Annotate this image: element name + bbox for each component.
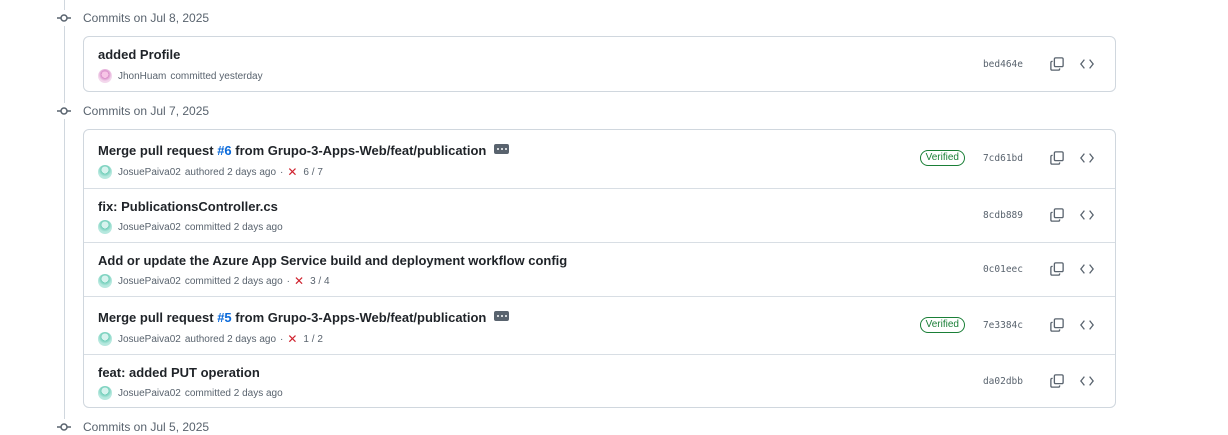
commit-sha-link[interactable]: 8cdb889 bbox=[983, 210, 1023, 221]
group-header-jul-8: Commits on Jul 8, 2025 bbox=[56, 8, 209, 28]
code-icon[interactable] bbox=[1079, 373, 1095, 389]
commit-tools: Verified 7e3384c bbox=[919, 317, 1095, 333]
commit-meta: JosuePaiva02 authored 2 days ago · ✕ 6 /… bbox=[98, 165, 323, 179]
commit-message[interactable]: Merge pull request #5 from Grupo-3-Apps-… bbox=[98, 310, 486, 325]
commit-meta: JosuePaiva02 committed 2 days ago bbox=[98, 386, 283, 400]
commit-title-line: feat: added PUT operation bbox=[98, 365, 260, 380]
author-link[interactable]: JhonHuam bbox=[118, 71, 166, 82]
separator: · bbox=[286, 275, 290, 287]
commit-action: committed 2 days ago bbox=[184, 387, 283, 399]
pull-request-link[interactable]: #6 bbox=[217, 143, 231, 158]
pull-request-link[interactable]: #5 bbox=[217, 310, 231, 325]
author-link[interactable]: JosuePaiva02 bbox=[118, 167, 181, 178]
commit-action: authored 2 days ago bbox=[184, 166, 277, 178]
code-icon[interactable] bbox=[1079, 150, 1095, 166]
commit-message-link[interactable]: Add or update the Azure App Service buil… bbox=[98, 253, 567, 268]
commit-meta: JosuePaiva02 authored 2 days ago · ✕ 1 /… bbox=[98, 332, 323, 346]
avatar[interactable] bbox=[98, 332, 112, 346]
commit-tools: 8cdb889 bbox=[983, 207, 1095, 223]
commit-tools: 0c01eec bbox=[983, 261, 1095, 277]
commit-row: Add or update the Azure App Service buil… bbox=[84, 242, 1115, 296]
copy-icon[interactable] bbox=[1049, 150, 1065, 166]
commit-message-suffix[interactable]: from Grupo-3-Apps-Web/feat/publication bbox=[232, 143, 486, 158]
commit-row: Merge pull request #6 from Grupo-3-Apps-… bbox=[84, 130, 1115, 188]
author-link[interactable]: JosuePaiva02 bbox=[118, 388, 181, 399]
avatar[interactable] bbox=[98, 69, 112, 83]
commit-message-link[interactable]: feat: added PUT operation bbox=[98, 365, 260, 380]
x-icon[interactable]: ✕ bbox=[287, 333, 297, 345]
author-link[interactable]: JosuePaiva02 bbox=[118, 222, 181, 233]
author-link[interactable]: JosuePaiva02 bbox=[118, 334, 181, 345]
commit-sha-link[interactable]: 7cd61bd bbox=[983, 153, 1023, 164]
commit-meta: JhonHuam committed yesterday bbox=[98, 69, 263, 83]
group-title: Commits on Jul 8, 2025 bbox=[83, 11, 210, 25]
avatar[interactable] bbox=[98, 274, 112, 288]
commit-row: Merge pull request #5 from Grupo-3-Apps-… bbox=[84, 296, 1115, 354]
commit-sha-link[interactable]: bed464e bbox=[983, 59, 1023, 70]
checks-status[interactable]: 1 / 2 bbox=[303, 334, 322, 345]
commit-message-suffix[interactable]: from Grupo-3-Apps-Web/feat/publication bbox=[232, 310, 486, 325]
commit-sha-link[interactable]: 7e3384c bbox=[983, 320, 1023, 331]
commit-group-jul-8: added Profile JhonHuam committed yesterd… bbox=[83, 36, 1116, 92]
copy-icon[interactable] bbox=[1049, 261, 1065, 277]
avatar[interactable] bbox=[98, 165, 112, 179]
commit-meta: JosuePaiva02 committed 2 days ago · ✕ 3 … bbox=[98, 274, 330, 288]
commit-row: feat: added PUT operation JosuePaiva02 c… bbox=[84, 354, 1115, 407]
copy-icon[interactable] bbox=[1049, 56, 1065, 72]
separator: · bbox=[280, 333, 284, 345]
commit-message-prefix[interactable]: Merge pull request bbox=[98, 310, 217, 325]
commit-row: fix: PublicationsController.cs JosuePaiv… bbox=[84, 188, 1115, 242]
copy-icon[interactable] bbox=[1049, 207, 1065, 223]
author-link[interactable]: JosuePaiva02 bbox=[118, 276, 181, 287]
commit-title-line: Add or update the Azure App Service buil… bbox=[98, 253, 567, 268]
commit-sha-link[interactable]: 0c01eec bbox=[983, 264, 1023, 275]
code-icon[interactable] bbox=[1079, 317, 1095, 333]
commit-action: authored 2 days ago bbox=[184, 333, 277, 345]
git-commit-icon bbox=[56, 103, 72, 119]
commit-action: committed 2 days ago bbox=[184, 275, 283, 287]
group-title: Commits on Jul 5, 2025 bbox=[83, 420, 210, 434]
code-icon[interactable] bbox=[1079, 56, 1095, 72]
commit-message-prefix[interactable]: Merge pull request bbox=[98, 143, 217, 158]
commit-action: committed yesterday bbox=[170, 70, 263, 82]
avatar[interactable] bbox=[98, 386, 112, 400]
commit-tools: bed464e bbox=[983, 56, 1095, 72]
group-title: Commits on Jul 7, 2025 bbox=[83, 104, 210, 118]
copy-icon[interactable] bbox=[1049, 317, 1065, 333]
verified-badge[interactable]: Verified bbox=[919, 150, 965, 166]
ellipsis-icon[interactable] bbox=[494, 143, 510, 154]
x-icon[interactable]: ✕ bbox=[287, 166, 297, 178]
group-header-jul-5: Commits on Jul 5, 2025 bbox=[56, 417, 209, 435]
commit-title-line: fix: PublicationsController.cs bbox=[98, 199, 278, 214]
separator: · bbox=[280, 166, 284, 178]
commit-title-line: Merge pull request #6 from Grupo-3-Apps-… bbox=[98, 143, 510, 158]
git-commit-icon bbox=[56, 419, 72, 435]
commit-sha-link[interactable]: da02dbb bbox=[983, 376, 1023, 387]
commit-message-link[interactable]: added Profile bbox=[98, 47, 180, 62]
code-icon[interactable] bbox=[1079, 207, 1095, 223]
x-icon[interactable]: ✕ bbox=[294, 275, 304, 287]
ellipsis-icon[interactable] bbox=[494, 310, 510, 321]
group-header-jul-7: Commits on Jul 7, 2025 bbox=[56, 101, 209, 121]
commit-meta: JosuePaiva02 committed 2 days ago bbox=[98, 220, 283, 234]
commit-group-jul-7: Merge pull request #6 from Grupo-3-Apps-… bbox=[83, 129, 1116, 408]
checks-status[interactable]: 6 / 7 bbox=[303, 167, 322, 178]
avatar[interactable] bbox=[98, 220, 112, 234]
copy-icon[interactable] bbox=[1049, 373, 1065, 389]
commit-message-link[interactable]: fix: PublicationsController.cs bbox=[98, 199, 278, 214]
commit-message[interactable]: Merge pull request #6 from Grupo-3-Apps-… bbox=[98, 143, 486, 158]
commit-title-line: added Profile bbox=[98, 47, 180, 62]
commit-row: added Profile JhonHuam committed yesterd… bbox=[84, 37, 1115, 91]
git-commit-icon bbox=[56, 10, 72, 26]
commit-title-line: Merge pull request #5 from Grupo-3-Apps-… bbox=[98, 310, 510, 325]
code-icon[interactable] bbox=[1079, 261, 1095, 277]
checks-status[interactable]: 3 / 4 bbox=[310, 276, 329, 287]
commit-tools: da02dbb bbox=[983, 373, 1095, 389]
timeline-line bbox=[64, 0, 65, 435]
commit-action: committed 2 days ago bbox=[184, 221, 283, 233]
commit-tools: Verified 7cd61bd bbox=[919, 150, 1095, 166]
verified-badge[interactable]: Verified bbox=[919, 317, 965, 333]
